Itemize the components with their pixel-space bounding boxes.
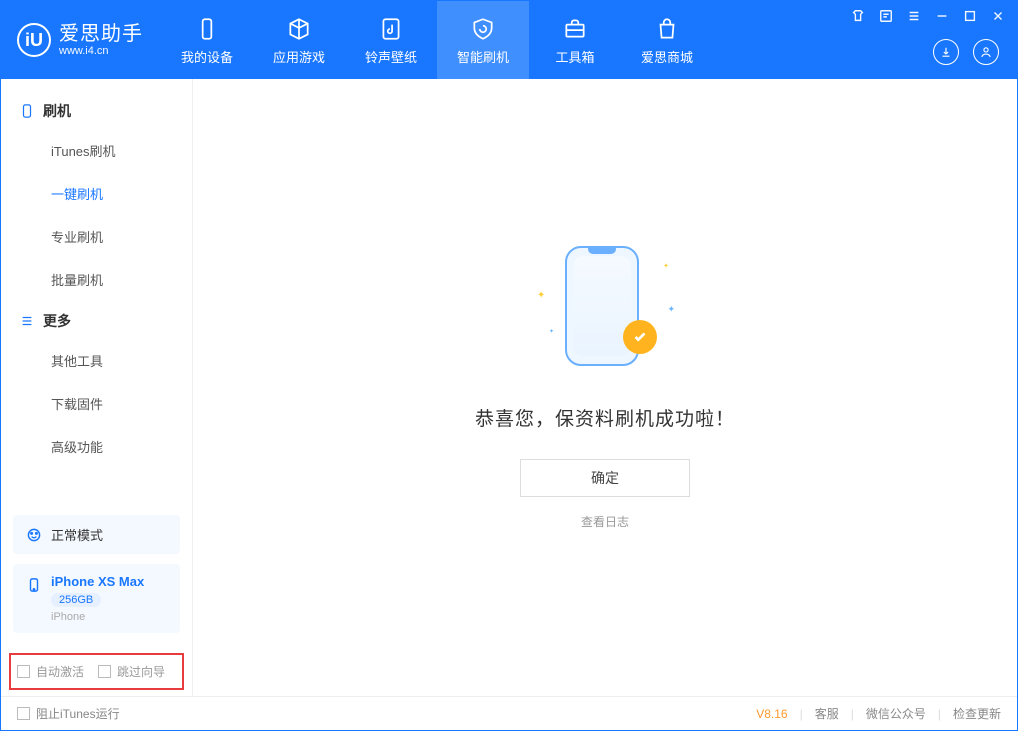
view-log-link[interactable]: 查看日志 (581, 513, 629, 530)
shirt-icon[interactable] (849, 7, 867, 25)
device-section: 正常模式 iPhone XS Max 256GB iPhone (1, 505, 192, 643)
checkbox-block-itunes[interactable]: 阻止iTunes运行 (17, 705, 120, 722)
ok-button[interactable]: 确定 (520, 459, 690, 497)
app-url: www.i4.cn (59, 45, 143, 57)
footer-link-update[interactable]: 检查更新 (953, 705, 1001, 722)
sidebar-item-advanced[interactable]: 高级功能 (1, 425, 192, 468)
tab-apps-games[interactable]: 应用游戏 (253, 1, 345, 79)
tab-ring-wall[interactable]: 铃声壁纸 (345, 1, 437, 79)
checkbox-label: 跳过向导 (117, 663, 165, 680)
checkbox-icon (17, 665, 30, 678)
sidebar-item-one-click[interactable]: 一键刷机 (1, 172, 192, 215)
check-badge-icon (623, 320, 657, 354)
device-type: iPhone (51, 611, 144, 623)
shield-refresh-icon (470, 15, 496, 43)
version-label: V8.16 (756, 707, 787, 721)
checkbox-label: 自动激活 (36, 663, 84, 680)
checkbox-icon (98, 665, 111, 678)
app-window: iU 爱思助手 www.i4.cn 我的设备 应用游戏 铃声壁纸 智能刷机 (0, 0, 1018, 731)
download-icon[interactable] (933, 39, 959, 65)
checkbox-label: 阻止iTunes运行 (36, 705, 120, 722)
tab-label: 我的设备 (181, 47, 233, 66)
sidebar-item-download-fw[interactable]: 下载固件 (1, 382, 192, 425)
logo-icon: iU (17, 23, 51, 57)
maximize-icon[interactable] (961, 7, 979, 25)
group-more-header[interactable]: 更多 (1, 301, 192, 339)
main-content: ✦ ✦ ✦ ✦ 恭喜您，保资料刷机成功啦！ 确定 查看日志 (193, 79, 1017, 696)
sidebar-item-pro-flash[interactable]: 专业刷机 (1, 215, 192, 258)
minimize-icon[interactable] (933, 7, 951, 25)
logo: iU 爱思助手 www.i4.cn (1, 1, 161, 79)
checkbox-icon (17, 707, 30, 720)
tab-label: 铃声壁纸 (365, 47, 417, 66)
phone-outline-icon (19, 103, 35, 119)
sidebar-item-other-tools[interactable]: 其他工具 (1, 339, 192, 382)
footer-link-support[interactable]: 客服 (815, 705, 839, 722)
header: iU 爱思助手 www.i4.cn 我的设备 应用游戏 铃声壁纸 智能刷机 (1, 1, 1017, 79)
checkbox-auto-activate[interactable]: 自动激活 (17, 663, 84, 680)
device-phone-icon (25, 576, 43, 594)
tab-label: 工具箱 (555, 47, 594, 66)
app-name: 爱思助手 (59, 23, 143, 45)
menu-icon[interactable] (905, 7, 923, 25)
music-file-icon (378, 15, 404, 43)
bag-icon (654, 15, 680, 43)
group-title: 刷机 (43, 101, 71, 121)
mode-box[interactable]: 正常模式 (13, 515, 180, 554)
device-box[interactable]: iPhone XS Max 256GB iPhone (13, 564, 180, 633)
tab-label: 爱思商城 (641, 47, 693, 66)
feedback-icon[interactable] (877, 7, 895, 25)
mode-label: 正常模式 (51, 525, 103, 544)
user-icon[interactable] (973, 39, 999, 65)
cube-icon (286, 15, 312, 43)
checkbox-skip-guide[interactable]: 跳过向导 (98, 663, 165, 680)
group-flash-header[interactable]: 刷机 (1, 91, 192, 129)
footer-link-wechat[interactable]: 微信公众号 (866, 705, 926, 722)
tab-smart-flash[interactable]: 智能刷机 (437, 1, 529, 79)
window-controls (849, 7, 1007, 25)
sidebar: 刷机 iTunes刷机 一键刷机 专业刷机 批量刷机 更多 其他工具 下载固件 … (1, 79, 193, 696)
footer-right: V8.16 | 客服 | 微信公众号 | 检查更新 (756, 705, 1001, 722)
group-title: 更多 (43, 311, 71, 331)
success-text: 恭喜您，保资料刷机成功啦！ (475, 404, 735, 431)
list-icon (19, 313, 35, 329)
sidebar-item-batch-flash[interactable]: 批量刷机 (1, 258, 192, 301)
device-name: iPhone XS Max (51, 574, 144, 589)
tab-my-device[interactable]: 我的设备 (161, 1, 253, 79)
success-illustration: ✦ ✦ ✦ ✦ (535, 246, 675, 376)
sidebar-item-itunes-flash[interactable]: iTunes刷机 (1, 129, 192, 172)
tab-store[interactable]: 爱思商城 (621, 1, 713, 79)
tab-label: 智能刷机 (457, 47, 509, 66)
device-icon (194, 15, 220, 43)
tab-toolbox[interactable]: 工具箱 (529, 1, 621, 79)
footer: 阻止iTunes运行 V8.16 | 客服 | 微信公众号 | 检查更新 (1, 696, 1017, 730)
briefcase-icon (562, 15, 588, 43)
body: 刷机 iTunes刷机 一键刷机 专业刷机 批量刷机 更多 其他工具 下载固件 … (1, 79, 1017, 696)
nav-tabs: 我的设备 应用游戏 铃声壁纸 智能刷机 工具箱 爱思商城 (161, 1, 713, 79)
header-right-icons (933, 39, 999, 65)
mode-icon (25, 526, 43, 544)
tab-label: 应用游戏 (273, 47, 325, 66)
highlighted-options: 自动激活 跳过向导 (9, 653, 184, 690)
close-icon[interactable] (989, 7, 1007, 25)
device-capacity: 256GB (51, 593, 101, 607)
